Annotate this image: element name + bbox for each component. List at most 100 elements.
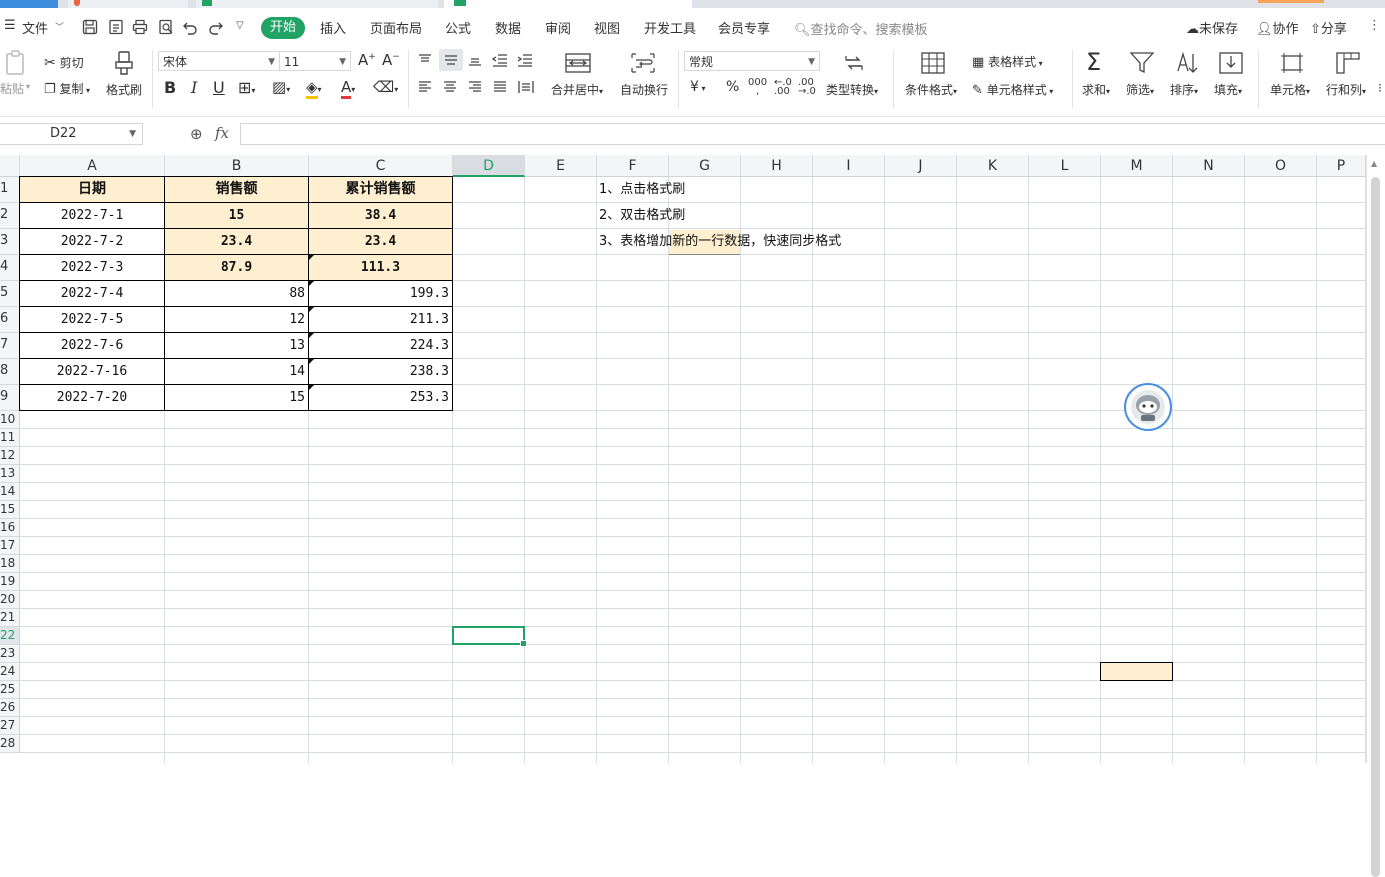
column-header-m[interactable]: M xyxy=(1101,155,1173,177)
type-convert-button[interactable]: 类型转换▾ xyxy=(826,81,878,98)
row-header-20[interactable]: 20 xyxy=(0,591,20,609)
sales-cell[interactable]: 87.9 xyxy=(164,254,309,281)
align-top-icon[interactable] xyxy=(418,53,432,67)
column-header-l[interactable]: L xyxy=(1029,155,1101,177)
column-header-j[interactable]: J xyxy=(885,155,957,177)
cut-button[interactable]: ✂ 剪切 xyxy=(44,54,84,71)
row-header-11[interactable]: 11 xyxy=(0,429,20,447)
row-header-14[interactable]: 14 xyxy=(0,483,20,501)
sort-icon[interactable] xyxy=(1175,51,1199,75)
scrollbar-thumb[interactable] xyxy=(1371,177,1380,877)
date-cell[interactable]: 2022-7-6 xyxy=(19,332,165,359)
percent-icon[interactable]: % xyxy=(726,79,739,95)
date-cell[interactable]: 2022-7-3 xyxy=(19,254,165,281)
vertical-scrollbar[interactable]: ▲ xyxy=(1366,155,1385,877)
cumulative-cell[interactable]: 38.4 xyxy=(308,202,453,229)
date-cell[interactable]: 2022-7-1 xyxy=(19,202,165,229)
window-tab-home[interactable] xyxy=(0,0,58,8)
decrease-indent-icon[interactable] xyxy=(492,53,508,67)
justify-icon[interactable] xyxy=(493,80,507,94)
row-header-7[interactable]: 7 xyxy=(0,333,20,359)
save-icon[interactable] xyxy=(82,19,98,35)
row-header-9[interactable]: 9 xyxy=(0,385,20,411)
increase-font-icon[interactable]: A+ xyxy=(358,51,376,69)
more-options-icon[interactable]: ⋮ xyxy=(1368,18,1381,33)
conditional-format-button[interactable]: 条件格式▾ xyxy=(905,81,957,98)
decrease-font-icon[interactable]: A− xyxy=(382,51,400,69)
row-header-22[interactable]: 22 xyxy=(0,627,20,645)
increase-indent-icon[interactable] xyxy=(517,53,533,67)
row-header-23[interactable]: 23 xyxy=(0,645,20,663)
row-header-24[interactable]: 24 xyxy=(0,663,20,681)
paste-icon[interactable] xyxy=(4,50,28,76)
window-tab-promo[interactable] xyxy=(1258,0,1324,3)
sales-cell[interactable]: 14 xyxy=(164,358,309,385)
window-tab-document[interactable] xyxy=(68,0,188,8)
column-header-o[interactable]: O xyxy=(1245,155,1317,177)
row-header-19[interactable]: 19 xyxy=(0,573,20,591)
tab-member[interactable]: 会员专享 xyxy=(718,18,770,37)
select-all-corner[interactable] xyxy=(0,155,20,177)
wrap-text-icon[interactable] xyxy=(630,52,656,74)
paste-button[interactable]: 粘贴 xyxy=(0,80,24,97)
merge-center-icon[interactable] xyxy=(565,52,591,74)
filter-button[interactable]: 筛选▾ xyxy=(1126,81,1154,98)
row-header-18[interactable]: 18 xyxy=(0,555,20,573)
name-box[interactable]: D22 ▼ xyxy=(0,123,143,145)
zoom-formula-icon[interactable]: ⊕ xyxy=(190,125,203,143)
row-header-3[interactable]: 3 xyxy=(0,229,20,255)
share-button[interactable]: ⇧分享 xyxy=(1310,18,1347,37)
row-header-1[interactable]: 1 xyxy=(0,177,20,203)
tab-formulas[interactable]: 公式 xyxy=(445,18,471,37)
merge-center-button[interactable]: 合并居中▾ xyxy=(551,81,603,98)
tab-home[interactable]: 开始 xyxy=(261,17,305,39)
cumulative-cell[interactable]: 224.3 xyxy=(308,332,453,359)
export-pdf-icon[interactable] xyxy=(108,19,124,35)
header-cell-date[interactable]: 日期 xyxy=(19,176,165,203)
align-right-icon[interactable] xyxy=(468,80,482,94)
tab-developer[interactable]: 开发工具 xyxy=(644,18,696,37)
cumulative-cell[interactable]: 111.3 xyxy=(308,254,453,281)
column-header-h[interactable]: H xyxy=(741,155,813,177)
sales-cell[interactable]: 13 xyxy=(164,332,309,359)
row-header-25[interactable]: 25 xyxy=(0,681,20,699)
row-header-28[interactable]: 28 xyxy=(0,735,20,753)
active-cell-d22[interactable] xyxy=(452,626,527,647)
column-header-i[interactable]: I xyxy=(813,155,885,177)
column-header-b[interactable]: B xyxy=(165,155,309,177)
clear-format-icon[interactable]: ⌫▾ xyxy=(373,78,398,96)
borders-icon[interactable]: ⊞▾ xyxy=(238,78,255,97)
redo-icon[interactable] xyxy=(208,19,224,35)
cumulative-cell[interactable]: 23.4 xyxy=(308,228,453,255)
column-header-k[interactable]: K xyxy=(957,155,1029,177)
increase-decimal-icon[interactable]: ←.0.00 xyxy=(774,78,792,97)
tab-data[interactable]: 数据 xyxy=(495,18,521,37)
cell-style-button[interactable]: ✎ 单元格样式 ▾ xyxy=(972,81,1053,98)
align-left-icon[interactable] xyxy=(418,80,432,94)
align-middle-button[interactable] xyxy=(439,49,463,71)
header-cell-sales[interactable]: 销售额 xyxy=(164,176,309,203)
font-color-icon[interactable]: A▾ xyxy=(341,78,355,99)
align-bottom-icon[interactable] xyxy=(468,53,482,67)
currency-icon[interactable]: ¥ ▾ xyxy=(690,79,705,95)
cumulative-cell[interactable]: 211.3 xyxy=(308,306,453,333)
distributed-align-icon[interactable] xyxy=(518,80,534,94)
sales-cell[interactable]: 15 xyxy=(164,202,309,229)
conditional-format-icon[interactable] xyxy=(921,52,945,74)
assistant-avatar-button[interactable] xyxy=(1124,383,1172,431)
wrap-text-button[interactable]: 自动换行 xyxy=(620,81,668,98)
row-header-5[interactable]: 5 xyxy=(0,281,20,307)
date-cell[interactable]: 2022-7-16 xyxy=(19,358,165,385)
sales-cell[interactable]: 12 xyxy=(164,306,309,333)
date-cell[interactable]: 2022-7-4 xyxy=(19,280,165,307)
row-col-icon[interactable] xyxy=(1336,52,1360,74)
formula-input[interactable] xyxy=(240,123,1385,145)
sum-icon[interactable]: Σ xyxy=(1086,48,1101,76)
paste-dropdown-icon[interactable]: ▾ xyxy=(26,82,30,91)
tab-review[interactable]: 审阅 xyxy=(545,18,571,37)
copy-button[interactable]: ❐ 复制 ▾ xyxy=(44,80,90,97)
sales-cell[interactable]: 23.4 xyxy=(164,228,309,255)
column-header-f[interactable]: F xyxy=(597,155,669,177)
row-header-2[interactable]: 2 xyxy=(0,203,20,229)
insert-function-icon[interactable]: fx xyxy=(215,124,229,142)
